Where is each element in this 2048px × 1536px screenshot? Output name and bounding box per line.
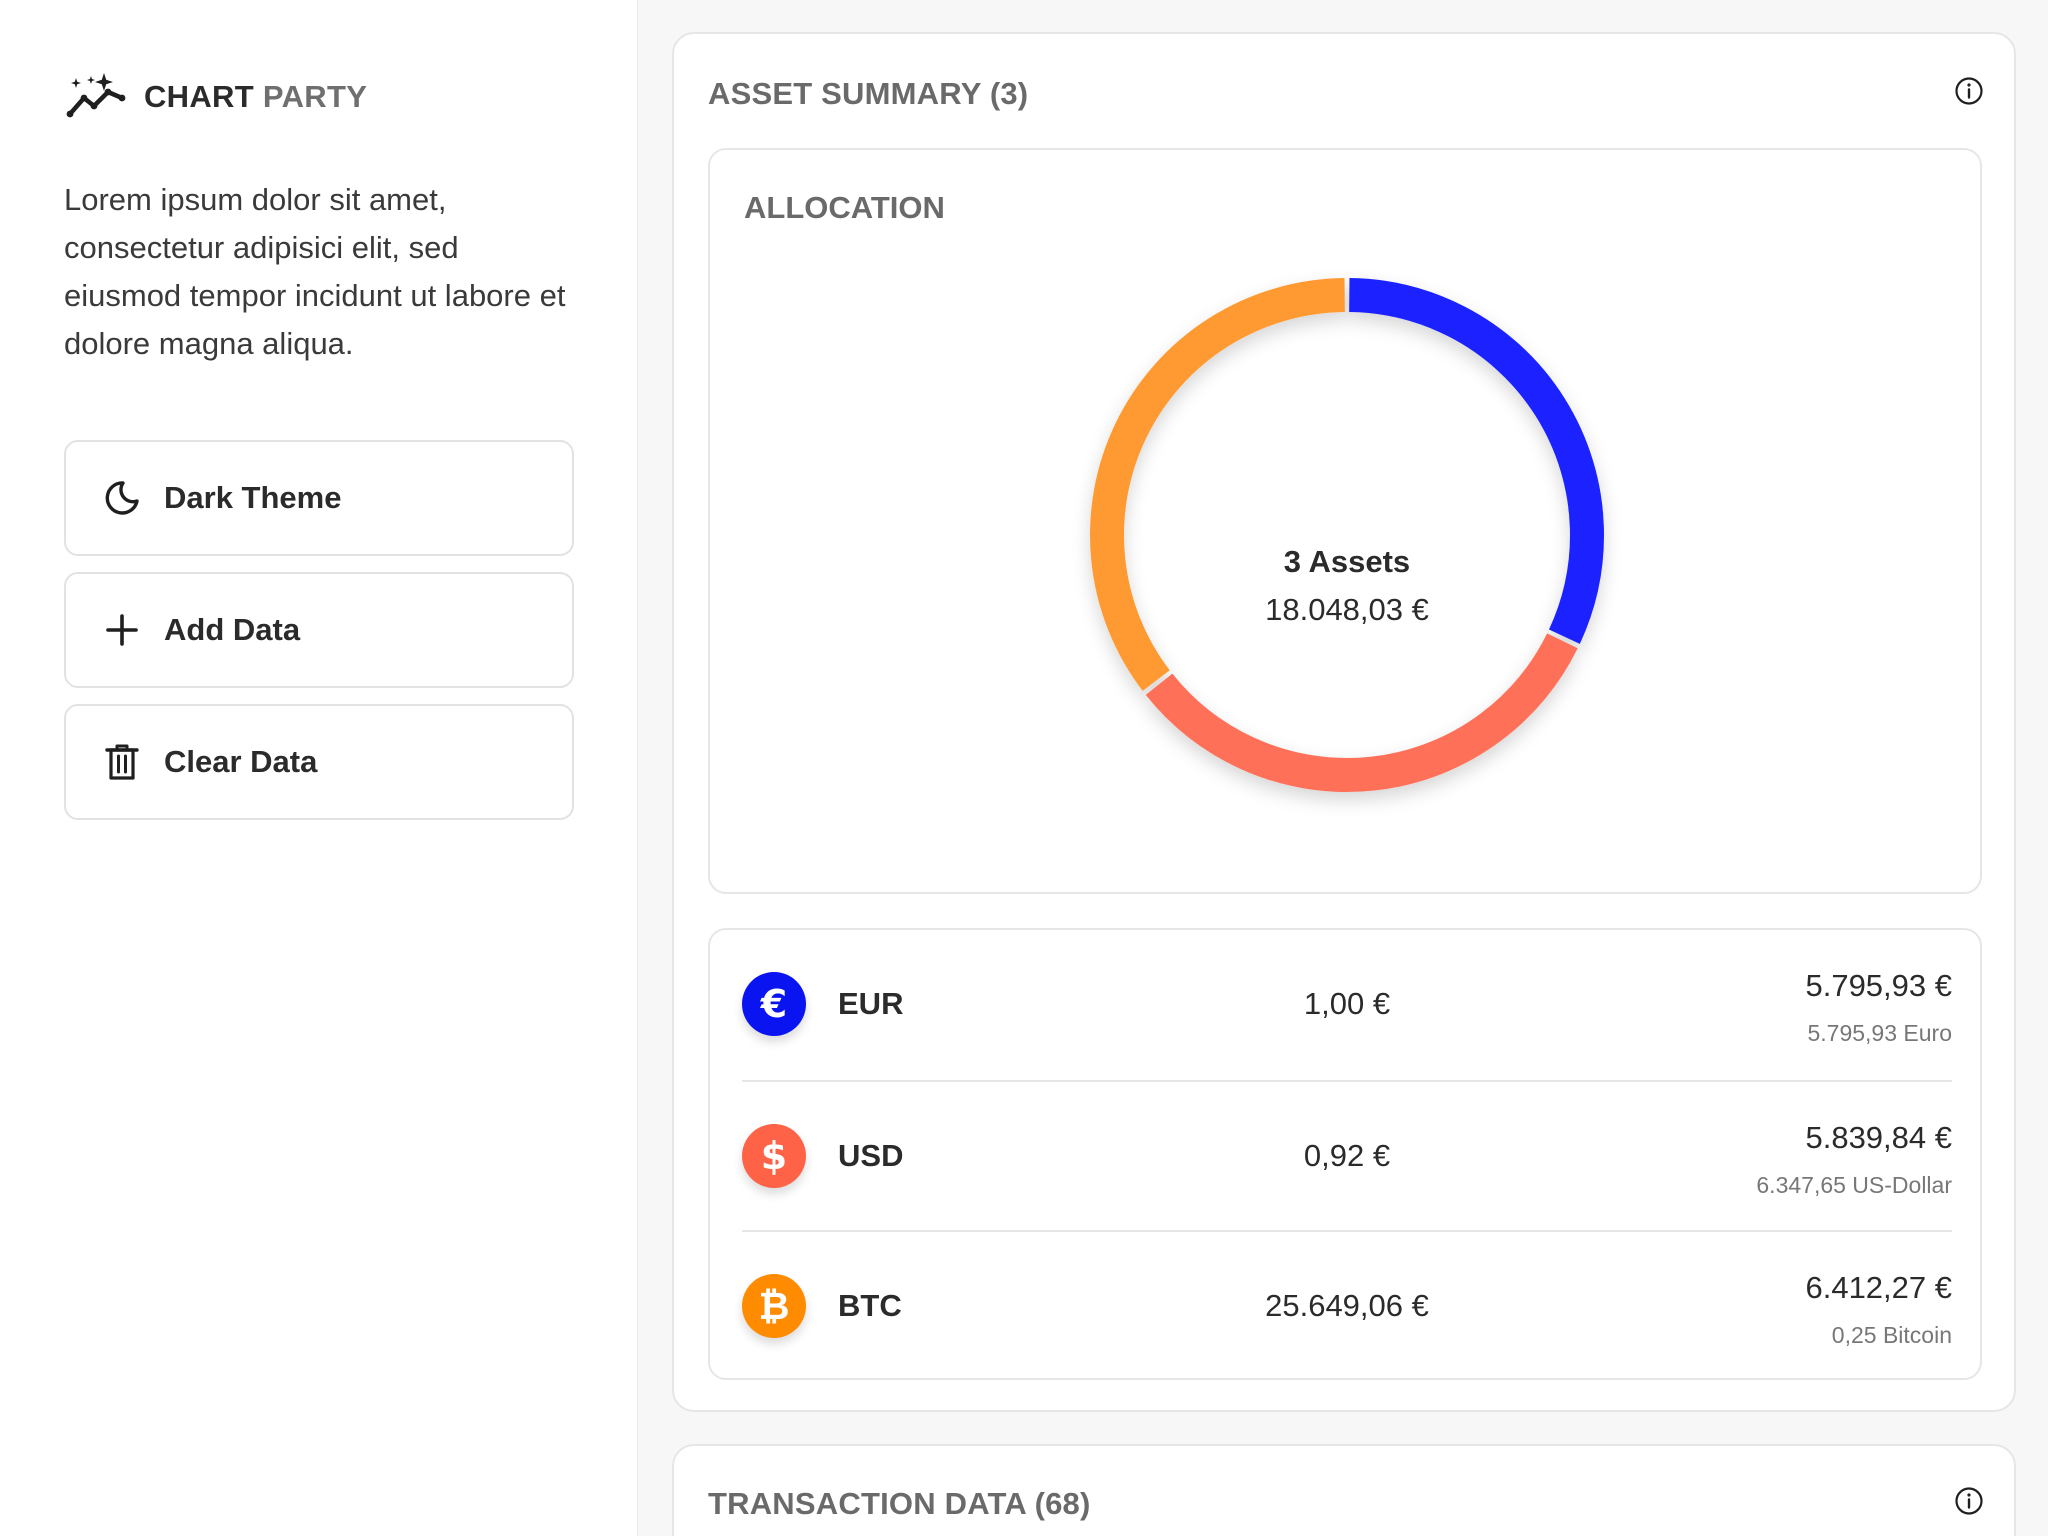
allocation-title: ALLOCATION	[744, 190, 945, 225]
asset-quantity: 6.347,65 US-Dollar	[1756, 1172, 1952, 1198]
asset-quantity: 5.795,93 Euro	[1807, 1020, 1952, 1046]
asset-symbol: USD	[838, 1138, 904, 1173]
bitcoin-sign-glyph: ₿	[758, 1284, 790, 1328]
dollar-coin-icon: $	[742, 1124, 806, 1188]
moon-icon	[105, 481, 139, 515]
info-icon[interactable]	[1954, 1486, 1984, 1516]
plus-icon	[106, 614, 138, 646]
asset-rate: 0,92 €	[1303, 1138, 1391, 1173]
clear-data-button[interactable]: Clear Data	[64, 704, 574, 820]
asset-symbol: EUR	[838, 986, 904, 1021]
brand-name: CHART PARTY	[144, 79, 367, 115]
asset-value: 5.795,93 €	[1805, 968, 1952, 1003]
clear-data-label: Clear Data	[164, 744, 318, 779]
donut-center-value: 18.048,03 €	[1265, 592, 1429, 627]
asset-value: 5.839,84 €	[1805, 1120, 1952, 1155]
asset-symbol: BTC	[838, 1288, 902, 1323]
sparkle-chart-line-icon	[66, 73, 126, 118]
asset-rate: 25.649,06 €	[1265, 1288, 1429, 1323]
asset-row-btc[interactable]: ₿ BTC 25.649,06 € 6.412,27 € 0,25 Bitcoi…	[742, 1230, 1952, 1380]
euro-sign-glyph: €	[760, 982, 788, 1026]
sidebar: CHART PARTY Lorem ipsum dolor sit amet, …	[0, 0, 638, 1536]
brand-name-first: CHART	[144, 79, 254, 114]
asset-summary-title: ASSET SUMMARY (3)	[708, 76, 1029, 111]
asset-summary-card: ASSET SUMMARY (3) ALLOCATION 3 Assets 18…	[672, 32, 2016, 1412]
asset-list: € EUR 1,00 € 5.795,93 € 5.795,93 Euro $ …	[708, 928, 1982, 1380]
add-data-label: Add Data	[164, 612, 301, 647]
asset-rate: 1,00 €	[1303, 986, 1391, 1021]
asset-value: 6.412,27 €	[1805, 1270, 1952, 1305]
add-data-button[interactable]: Add Data	[64, 572, 574, 688]
transaction-data-card: TRANSACTION DATA (68)	[672, 1444, 2016, 1536]
donut-center: 3 Assets 18.048,03 €	[1147, 544, 1547, 628]
dark-theme-label: Dark Theme	[164, 480, 342, 515]
donut-slice-usd[interactable]	[1145, 633, 1578, 792]
transaction-data-title: TRANSACTION DATA (68)	[708, 1486, 1091, 1521]
bitcoin-coin-icon: ₿	[742, 1274, 806, 1338]
trash-icon	[105, 744, 139, 780]
donut-center-title: 3 Assets	[1283, 544, 1411, 579]
dollar-sign-glyph: $	[760, 1134, 788, 1178]
asset-quantity: 0,25 Bitcoin	[1831, 1322, 1952, 1348]
asset-row-eur[interactable]: € EUR 1,00 € 5.795,93 € 5.795,93 Euro	[742, 930, 1952, 1080]
allocation-card: ALLOCATION 3 Assets 18.048,03 €	[708, 148, 1982, 894]
allocation-donut-chart	[1090, 278, 1604, 792]
info-icon[interactable]	[1954, 76, 1984, 106]
brand-name-second: PARTY	[254, 79, 368, 114]
asset-row-usd[interactable]: $ USD 0,92 € 5.839,84 € 6.347,65 US-Doll…	[742, 1080, 1952, 1230]
sidebar-description: Lorem ipsum dolor sit amet, consectetur …	[64, 182, 566, 361]
brand[interactable]: CHART PARTY	[64, 72, 367, 122]
euro-coin-icon: €	[742, 972, 806, 1036]
dark-theme-button[interactable]: Dark Theme	[64, 440, 574, 556]
